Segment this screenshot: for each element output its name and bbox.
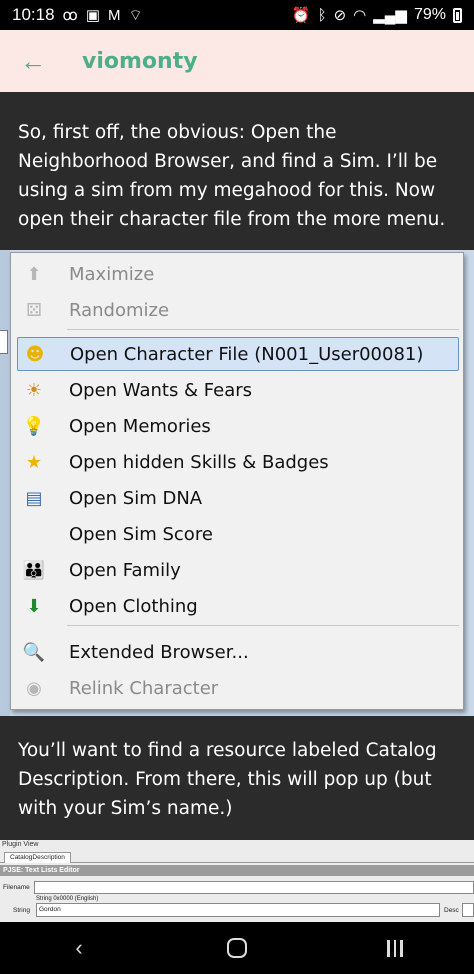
- menu-item-open-clothing[interactable]: ⬇ Open Clothing: [17, 589, 459, 623]
- menu-item-open-sim-score[interactable]: Open Sim Score: [17, 517, 459, 551]
- menu-item-relink-character: ◉ Relink Character: [17, 671, 459, 705]
- lightbulb-icon: 💡: [22, 415, 46, 437]
- menu-separator: [67, 625, 459, 626]
- filename-label: Filename: [3, 884, 30, 891]
- menu-item-randomize: ⚄ Randomize: [17, 293, 459, 327]
- back-icon[interactable]: ‹: [49, 928, 109, 968]
- blank-icon: [21, 521, 47, 547]
- filename-field[interactable]: [34, 881, 474, 894]
- signal-icon: ▂▄▆: [373, 6, 407, 24]
- randomize-icon: ⚄: [26, 299, 42, 321]
- app-header: ← viomonty: [0, 30, 474, 92]
- desc-field[interactable]: [462, 903, 474, 917]
- back-glyph: ‹: [75, 935, 83, 960]
- home-icon[interactable]: [207, 928, 267, 968]
- back-arrow-icon[interactable]: ←: [20, 46, 50, 77]
- editor-header: PJSE: Text Lists Editor: [0, 865, 474, 876]
- menu-item-label: Open Sim DNA: [69, 487, 203, 509]
- navigation-bar: ‹: [0, 922, 474, 974]
- browser-icon: 🔍: [22, 641, 46, 663]
- menu-item-label: Maximize: [69, 263, 155, 285]
- voicemail-icon: ꝏ: [62, 6, 78, 24]
- plugin-view-screenshot: Plugin View CatalogDescription PJSE: Tex…: [0, 840, 474, 922]
- alarm-icon: ⏰: [291, 6, 311, 24]
- plugin-view-title: Plugin View: [2, 841, 39, 848]
- gallery-icon: ▣: [85, 6, 101, 24]
- context-menu: ⬆ Maximize ⚄ Randomize ☻ Open Character File …: [10, 252, 464, 710]
- menu-item-label: Open Memories: [69, 415, 211, 437]
- menu-item-label: Open Sim Score: [69, 523, 213, 545]
- battery-percent: 79%: [413, 6, 446, 23]
- recents-icon[interactable]: [365, 928, 425, 968]
- clothing-icon: ⬇: [26, 595, 42, 617]
- window-edge: [0, 250, 10, 716]
- status-right: ⏰ ᛒ ⊘ ◠ ▂▄▆ 79%: [292, 6, 462, 24]
- menu-item-label: Open Character File (N001_User00081): [70, 343, 424, 365]
- status-bar: 10:18 ꝏ ▣ M ⌔ ⏰ ᛒ ⊘ ◠ ▂▄▆ 79%: [0, 0, 474, 30]
- recents-shape: [387, 939, 403, 957]
- bluetooth-icon: ᛒ: [317, 6, 327, 24]
- string-caption: String 0x0000 (English): [36, 896, 99, 902]
- family-icon: 👪: [22, 559, 46, 581]
- menu-item-label: Open Family: [69, 559, 181, 581]
- broadcast-icon: ⌔: [128, 6, 143, 24]
- battery-icon: [453, 7, 462, 23]
- gmail-icon: M: [108, 6, 121, 24]
- menu-item-open-wants-fears[interactable]: ☀ Open Wants & Fears: [17, 373, 459, 407]
- character-file-icon: ☻: [25, 343, 45, 365]
- post-paragraph-1: So, first off, the obvious: Open the Nei…: [0, 92, 474, 250]
- menu-item-maximize: ⬆ Maximize: [17, 257, 459, 291]
- home-shape: [227, 938, 247, 958]
- wants-fears-icon: ☀: [25, 379, 43, 401]
- star-icon: ★: [25, 451, 43, 473]
- context-menu-screenshot: ⬆ Maximize ⚄ Randomize ☻ Open Character File …: [0, 250, 474, 716]
- dna-icon: ▤: [25, 487, 43, 509]
- relink-icon: ◉: [26, 677, 42, 699]
- menu-item-label: Randomize: [69, 299, 170, 321]
- string-label: String: [13, 907, 30, 914]
- string-field[interactable]: Gordon: [36, 903, 440, 917]
- clock: 10:18: [12, 5, 55, 24]
- menu-separator: [67, 329, 459, 330]
- blog-name[interactable]: viomonty: [82, 49, 198, 74]
- desc-label: Desc: [444, 907, 459, 914]
- menu-item-open-family[interactable]: 👪 Open Family: [17, 553, 459, 587]
- menu-item-label: Open Clothing: [69, 595, 198, 617]
- wifi-icon: ◠: [353, 6, 367, 24]
- menu-item-label: Open hidden Skills & Badges: [69, 451, 329, 473]
- post-paragraph-2: You’ll want to find a resource labeled C…: [0, 716, 474, 840]
- tab-catalog-description[interactable]: CatalogDescription: [4, 852, 71, 863]
- menu-item-open-sim-dna[interactable]: ▤ Open Sim DNA: [17, 481, 459, 515]
- menu-item-open-memories[interactable]: 💡 Open Memories: [17, 409, 459, 443]
- menu-item-open-character-file-n001-user00081[interactable]: ☻ Open Character File (N001_User00081): [17, 337, 459, 371]
- menu-item-label: Relink Character: [69, 677, 219, 699]
- plugin-tabstrip: CatalogDescription: [0, 851, 474, 863]
- status-left: 10:18 ꝏ ▣ M ⌔: [12, 5, 143, 25]
- mute-icon: ⊘: [333, 6, 347, 24]
- menu-item-open-hidden-skills-badges[interactable]: ★ Open hidden Skills & Badges: [17, 445, 459, 479]
- menu-item-label: Open Wants & Fears: [69, 379, 253, 401]
- maximize-icon: ⬆: [26, 263, 42, 285]
- window-edge-tab: [0, 330, 8, 354]
- menu-item-extended-browser[interactable]: 🔍 Extended Browser...: [17, 635, 459, 669]
- menu-item-label: Extended Browser...: [69, 641, 249, 663]
